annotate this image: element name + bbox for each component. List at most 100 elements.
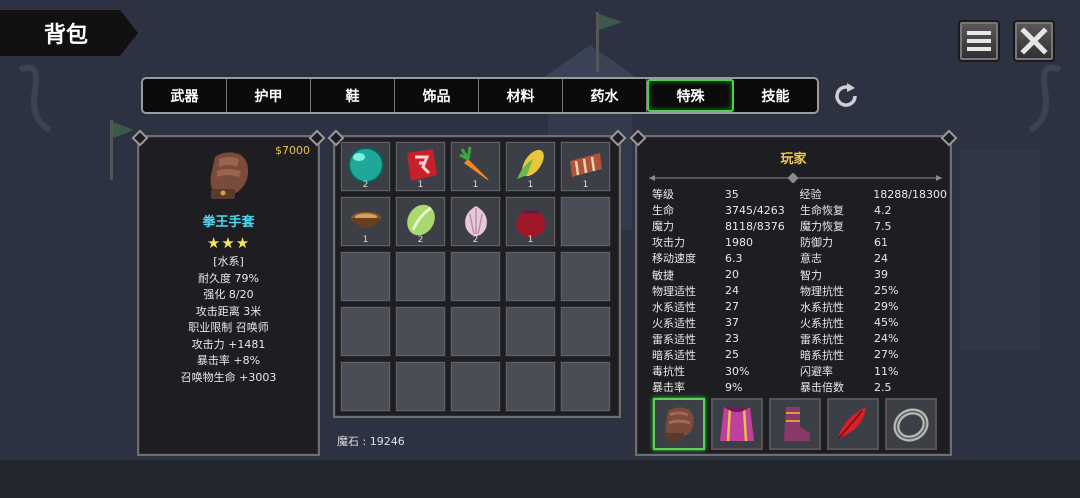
tab-accessories[interactable]: 饰品: [395, 79, 479, 112]
item-crit-rate: 暴击率 +8%: [196, 354, 261, 367]
stat-value: 25: [725, 348, 739, 362]
inventory-slot-empty[interactable]: [505, 306, 556, 357]
item-rating: ★★★: [206, 234, 251, 252]
stat-value: 29%: [874, 300, 899, 314]
item-detail-panel: $7000 拳王手套 ★★★ [水系] 耐久度 79% 强化 8/20 攻击距离…: [137, 135, 320, 456]
stat-value: 24: [725, 284, 739, 298]
item-name: 拳王手套: [202, 215, 255, 230]
stat-label: 防御力: [800, 236, 833, 250]
stat-value: 6.3: [725, 251, 743, 265]
item-count: 2: [472, 235, 479, 245]
stat-label: 敏捷: [652, 268, 674, 282]
inventory-slot-empty[interactable]: [450, 251, 501, 302]
item-count: 1: [472, 180, 479, 190]
stat-value: 8118/8376: [725, 219, 785, 233]
tab-armor[interactable]: 护甲: [227, 79, 311, 112]
inventory-slot-empty[interactable]: [395, 306, 446, 357]
inventory-slot-empty[interactable]: [560, 306, 611, 357]
stat-value: 25%: [874, 284, 899, 298]
equip-slot-boots[interactable]: [769, 398, 821, 450]
stat-row: 敏捷 20 智力 39: [652, 266, 947, 282]
tab-materials[interactable]: 材料: [479, 79, 563, 112]
stat-row: 雷系适性 23 雷系抗性 24%: [652, 331, 947, 347]
inventory-slot[interactable]: 1: [560, 141, 611, 192]
inventory-slot-empty[interactable]: [450, 306, 501, 357]
stat-label: 毒抗性: [652, 365, 685, 379]
tab-skills[interactable]: 技能: [734, 79, 817, 112]
stat-row: 攻击力 1980 防御力 61: [652, 234, 947, 250]
equip-slot-gloves[interactable]: [653, 398, 705, 450]
stat-value: 61: [874, 235, 888, 249]
equip-slot-feather[interactable]: [827, 398, 879, 450]
stat-value: 35: [724, 187, 739, 201]
item-count: 2: [362, 180, 369, 190]
stat-row: 火系适性 37 火系抗性 45%: [652, 315, 947, 331]
item-class-restriction: 职业限制 召唤师: [188, 321, 269, 334]
stat-label: 火系适性: [652, 316, 696, 330]
inventory-slot[interactable]: 1: [505, 196, 556, 247]
inventory-slot-empty[interactable]: [505, 361, 556, 412]
stat-value: 37: [725, 316, 739, 330]
inventory-slot-empty[interactable]: [560, 251, 611, 302]
tab-shoes[interactable]: 鞋: [311, 79, 395, 112]
stat-value: 24: [874, 251, 888, 265]
stat-row: 生命 3745/4263 生命恢复 4.2: [652, 202, 947, 218]
carrot-icon: [459, 146, 489, 180]
stat-value: 30%: [725, 364, 750, 378]
stat-label: 水系抗性: [800, 300, 844, 314]
stat-label: 物理抗性: [800, 284, 844, 298]
refresh-button[interactable]: [830, 80, 862, 112]
inventory-slot[interactable]: 2: [450, 196, 501, 247]
stat-label: 生命: [652, 204, 674, 218]
tab-weapons[interactable]: 武器: [143, 79, 227, 112]
stat-value: 27%: [874, 348, 899, 362]
cabbage-icon: [407, 204, 435, 236]
inventory-slot-empty[interactable]: [340, 251, 391, 302]
gauntlet-icon: [665, 407, 694, 441]
inventory-slot-empty[interactable]: [560, 196, 611, 247]
inventory-slot-empty[interactable]: [340, 361, 391, 412]
inventory-slot[interactable]: 1: [340, 196, 391, 247]
stat-row: 等级 35 经验 18288/18300: [652, 186, 947, 202]
inventory-slot[interactable]: 2: [395, 196, 446, 247]
inventory-slot[interactable]: 1: [505, 141, 556, 192]
feather-icon: [837, 407, 866, 440]
refresh-icon: [835, 83, 857, 107]
stat-label: 闪避率: [800, 365, 833, 379]
tab-potions[interactable]: 药水: [563, 79, 647, 112]
inventory-slot[interactable]: 1: [395, 141, 446, 192]
gauntlet-icon: [210, 152, 248, 199]
stat-value: 27: [725, 300, 739, 314]
stat-value: 2.5: [874, 380, 892, 394]
equip-slot-cape[interactable]: [711, 398, 763, 450]
page-title: 背包: [0, 10, 138, 56]
inventory-slot[interactable]: 1: [450, 141, 501, 192]
close-button[interactable]: [1013, 20, 1055, 62]
inventory-slot-empty[interactable]: [505, 251, 556, 302]
item-durability: 耐久度 79%: [198, 271, 259, 285]
inventory-slot-empty[interactable]: [395, 251, 446, 302]
inventory-slot-empty[interactable]: [395, 361, 446, 412]
equipment-bar: [653, 398, 937, 450]
stat-label: 魔力: [652, 220, 674, 234]
stats-table: 等级 35 经验 18288/18300 生命 3745/4263 生命恢复 4.2 魔力 811…: [652, 186, 947, 395]
inventory-panel: 2 1 1 1 1 1 2 2 1: [333, 135, 621, 418]
red-pouch-icon: [516, 210, 546, 238]
inventory-slot-empty[interactable]: [340, 306, 391, 357]
inventory-slot-empty[interactable]: [450, 361, 501, 412]
stat-label: 攻击力: [652, 236, 685, 250]
item-enhance: 强化 8/20: [203, 288, 254, 301]
stat-row: 移动速度 6.3 意志 24: [652, 250, 947, 266]
cape-icon: [720, 406, 754, 442]
tab-special[interactable]: 特殊: [647, 79, 734, 112]
stat-label: 暗系抗性: [800, 348, 844, 362]
inventory-slot-empty[interactable]: [560, 361, 611, 412]
inventory-slot[interactable]: 2: [340, 141, 391, 192]
stat-value: 18288/18300: [873, 187, 947, 201]
menu-button[interactable]: [958, 20, 1000, 62]
item-attack: 攻击力 +1481: [191, 337, 266, 351]
equip-slot-ring[interactable]: [885, 398, 937, 450]
stat-value: 11%: [874, 364, 899, 378]
stat-value: 4.2: [874, 203, 892, 217]
stat-value: 23: [725, 332, 739, 346]
